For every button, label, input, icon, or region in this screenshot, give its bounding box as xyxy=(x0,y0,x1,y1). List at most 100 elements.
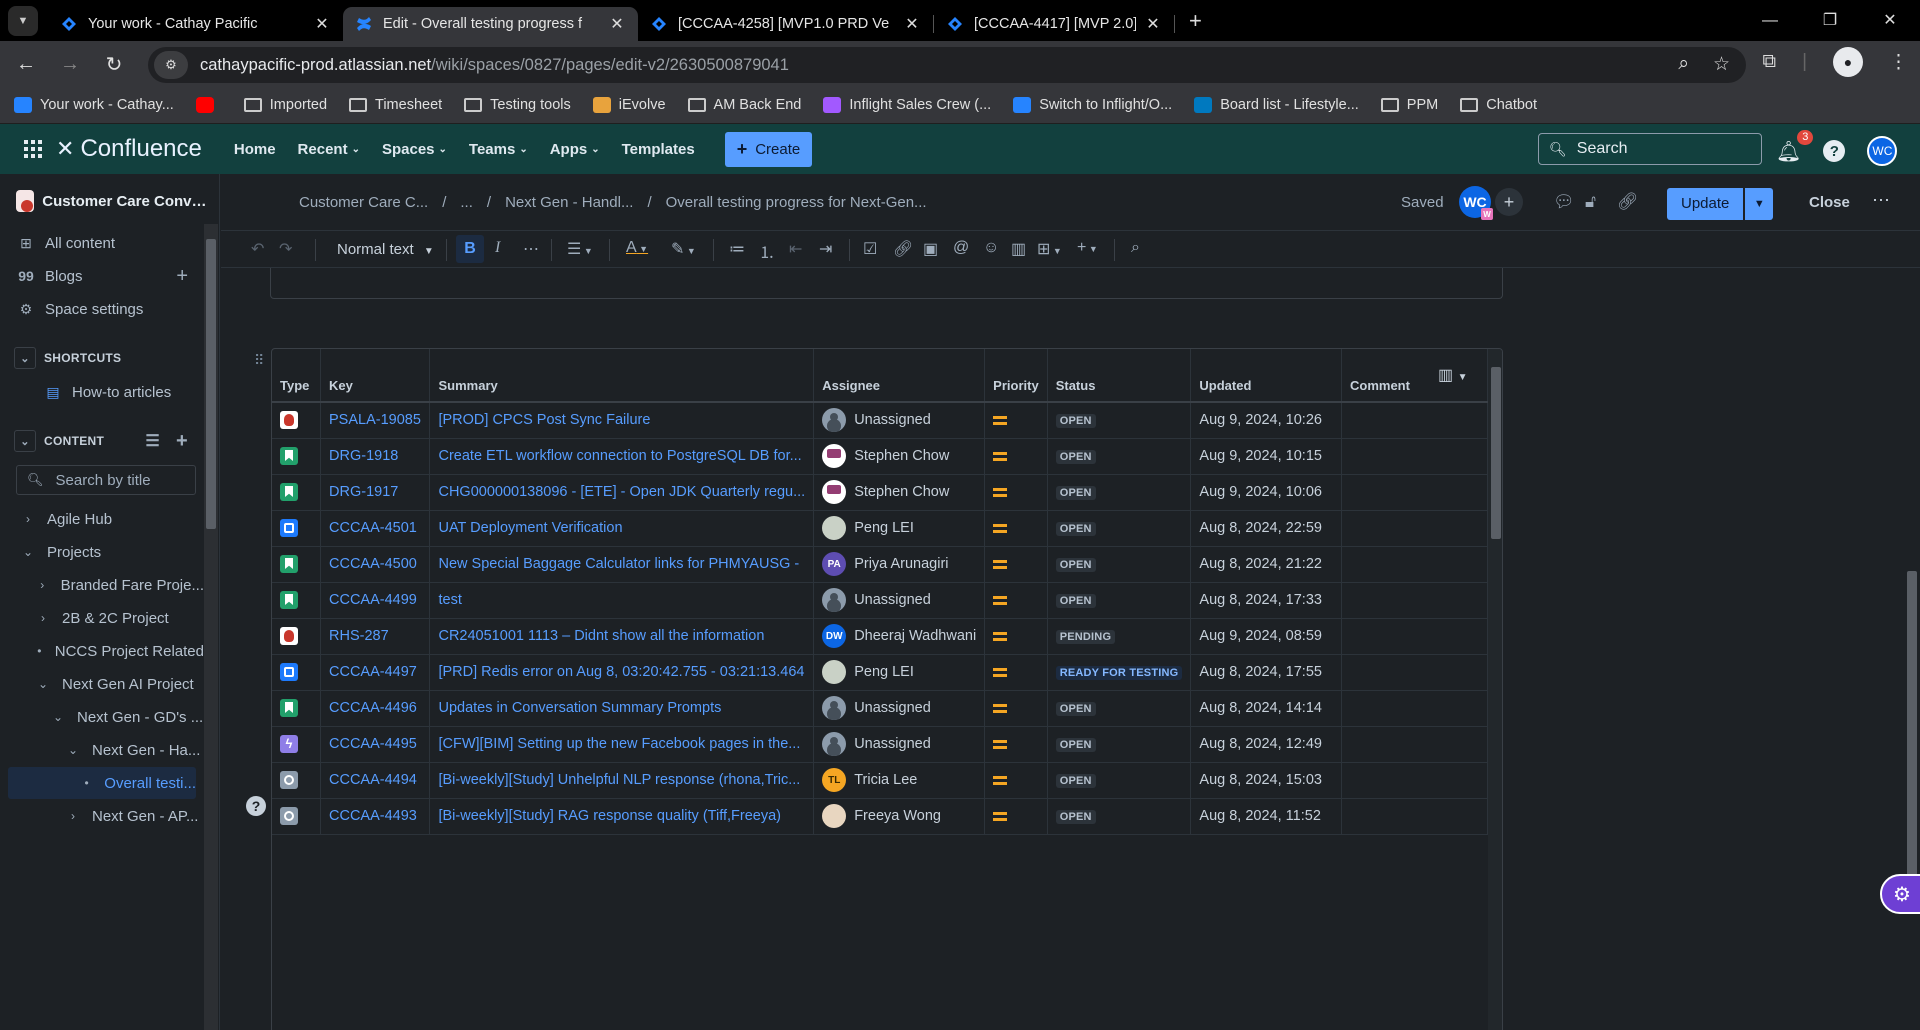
profile-icon[interactable]: ● xyxy=(1833,47,1863,77)
issue-key-link[interactable]: CCCAA-4500 xyxy=(320,546,431,583)
numbered-list-icon[interactable]: ⒈ xyxy=(759,239,775,263)
insert-link-icon[interactable]: 🔗︎ xyxy=(893,239,913,259)
action-item-icon[interactable]: ☑ xyxy=(863,239,877,259)
tree-item[interactable]: › 2B & 2C Project xyxy=(0,602,204,634)
tab-close-icon[interactable]: ✕ xyxy=(608,14,626,34)
bookmark-item[interactable]: Inflight Sales Crew (... xyxy=(823,97,991,113)
window-close-icon[interactable]: ✕ xyxy=(1860,0,1920,41)
app-switcher-icon[interactable] xyxy=(24,140,42,158)
tree-item[interactable]: • Overall testi... xyxy=(8,767,196,799)
reload-icon[interactable]: ↻ xyxy=(96,52,132,77)
page-scrollbar[interactable] xyxy=(1904,268,1920,1030)
issue-key-link[interactable]: CCCAA-4501 xyxy=(320,510,431,547)
filter-icon[interactable]: ☰ xyxy=(145,431,160,451)
confluence-logo[interactable]: ✕ Confluence xyxy=(56,135,202,163)
column-header[interactable]: Type xyxy=(272,349,322,403)
undo-icon[interactable]: ↶ xyxy=(251,239,264,259)
layout-icon[interactable]: ▥ xyxy=(1011,239,1026,259)
issue-summary-link[interactable]: New Special Baggage Calculator links for… xyxy=(429,546,815,583)
back-icon[interactable]: ← xyxy=(8,53,44,76)
tree-item[interactable]: ⌄ Projects xyxy=(0,536,204,568)
collaborator-avatar[interactable]: WC xyxy=(1459,186,1493,220)
bookmark-item[interactable]: Board list - Lifestyle... xyxy=(1194,97,1359,113)
notifications-icon[interactable]: 🔔︎ 3 xyxy=(1776,129,1814,164)
browser-menu-icon[interactable]: ⋮ xyxy=(1889,51,1908,74)
issue-summary-link[interactable]: CHG000000138096 - [ETE] - Open JDK Quart… xyxy=(429,474,815,511)
link-icon[interactable]: 🔗︎ xyxy=(1617,192,1639,212)
bullet-icon[interactable]: • xyxy=(81,776,92,790)
issue-key-link[interactable]: CCCAA-4495 xyxy=(320,726,431,763)
bookmark-item[interactable]: Your work - Cathay... xyxy=(14,97,174,113)
bookmark-item[interactable]: PPM xyxy=(1380,97,1438,113)
table-icon[interactable]: ⊞ ▼ xyxy=(1037,239,1062,259)
indent-icon[interactable]: ⇥ xyxy=(819,239,832,259)
add-content-icon[interactable]: + xyxy=(176,430,188,453)
extensions-icon[interactable]: ⧉ xyxy=(1762,51,1776,73)
tree-item[interactable]: ⌄ Next Gen - GD's ... xyxy=(0,701,204,733)
tree-item[interactable]: • NCCS Project Related xyxy=(0,635,204,667)
tab-search-button[interactable]: ▼ xyxy=(8,5,38,36)
nav-item-recent[interactable]: Recent ⌄ xyxy=(298,141,360,158)
user-avatar[interactable]: WC xyxy=(1867,136,1898,166)
tree-item[interactable]: › Next Gen - AP... xyxy=(0,800,204,832)
chevron-right-icon[interactable]: › xyxy=(36,578,49,592)
add-blog-icon[interactable]: + xyxy=(176,265,188,288)
chevron-down-icon[interactable]: ⌄ xyxy=(51,710,65,724)
outdent-icon[interactable]: ⇤ xyxy=(789,239,802,259)
issue-key-link[interactable]: PSALA-19085 xyxy=(320,402,431,439)
chevron-right-icon[interactable]: › xyxy=(36,611,50,625)
more-actions-icon[interactable]: ⋯ xyxy=(1872,190,1890,211)
bullet-list-icon[interactable]: ≔ xyxy=(729,239,745,259)
nav-item-spaces[interactable]: Spaces ⌄ xyxy=(382,141,447,158)
space-header[interactable]: Customer Care Conversati... xyxy=(16,190,210,212)
forward-icon[interactable]: → xyxy=(52,53,88,76)
bookmark-item[interactable]: iEvolve xyxy=(592,97,666,113)
issue-key-link[interactable]: CCCAA-4493 xyxy=(320,798,431,835)
insert-image-icon[interactable]: ▣ xyxy=(923,239,938,259)
scrollbar-thumb[interactable] xyxy=(206,239,216,529)
issue-summary-link[interactable]: Updates in Conversation Summary Prompts xyxy=(429,690,815,727)
bullet-icon[interactable]: • xyxy=(36,644,43,658)
emoji-icon[interactable]: ☺ xyxy=(983,239,999,257)
settings-gear-icon[interactable]: ⚙ xyxy=(1880,874,1920,914)
chevron-down-icon[interactable]: ⌄ xyxy=(66,743,80,757)
issue-summary-link[interactable]: Create ETL workflow connection to Postgr… xyxy=(429,438,815,475)
more-formatting-icon[interactable]: ⋯ xyxy=(523,239,539,259)
browser-tab[interactable]: [CCCAA-4417] [MVP 2.0] - bagg ✕ xyxy=(934,7,1174,41)
table-scrollbar[interactable] xyxy=(1488,349,1502,1030)
bookmark-item[interactable]: Chatbot xyxy=(1460,97,1537,113)
italic-icon[interactable]: I xyxy=(495,239,500,257)
issue-summary-link[interactable]: [CFW][BIM] Setting up the new Facebook p… xyxy=(429,726,815,763)
bookmark-item[interactable] xyxy=(195,97,222,113)
tab-close-icon[interactable]: ✕ xyxy=(903,14,921,34)
help-icon[interactable]: ? xyxy=(246,796,266,816)
issue-key-link[interactable]: CCCAA-4497 xyxy=(320,654,431,691)
align-icon[interactable]: ☰ ▼ xyxy=(567,239,593,259)
issue-key-link[interactable]: CCCAA-4494 xyxy=(320,762,431,799)
column-header[interactable]: Summary xyxy=(429,349,815,403)
zoom-icon[interactable]: ⌕ xyxy=(1678,53,1689,76)
chevron-right-icon[interactable]: › xyxy=(66,809,80,823)
minimize-icon[interactable]: — xyxy=(1740,0,1800,41)
update-options-chevron-icon[interactable]: ▼ xyxy=(1745,188,1774,220)
bookmark-item[interactable]: AM Back End xyxy=(687,97,801,113)
sidebar-scrollbar[interactable] xyxy=(204,224,218,1030)
breadcrumb-item[interactable]: ... xyxy=(460,194,473,211)
chevron-down-icon[interactable]: ⌄ xyxy=(14,430,36,452)
issue-key-link[interactable]: CCCAA-4496 xyxy=(320,690,431,727)
issue-key-link[interactable]: DRG-1918 xyxy=(320,438,431,475)
column-picker-icon[interactable]: ▥ ▼ xyxy=(1438,365,1467,385)
bookmark-item[interactable]: Timesheet xyxy=(349,97,442,113)
issue-summary-link[interactable]: [PROD] CPCS Post Sync Failure xyxy=(429,402,815,439)
bookmark-item[interactable]: Testing tools xyxy=(464,97,571,113)
search-by-title-input[interactable]: 🔍︎ Search by title xyxy=(16,465,196,495)
issue-summary-link[interactable]: CR24051001 1113 – Didnt show all the inf… xyxy=(429,618,815,655)
tree-item[interactable]: › Agile Hub xyxy=(0,503,204,535)
help-icon[interactable]: ? xyxy=(1823,140,1846,162)
create-button[interactable]: + Create xyxy=(724,131,813,167)
text-color-icon[interactable]: A ▼ xyxy=(626,239,648,257)
mention-icon[interactable]: @ xyxy=(953,239,969,257)
issue-summary-link[interactable]: [PRD] Redis error on Aug 8, 03:20:42.755… xyxy=(429,654,815,691)
browser-tab[interactable]: [CCCAA-4258] [MVP1.0 PRD Ve ✕ xyxy=(638,7,933,41)
text-style-dropdown[interactable]: Normal text ▼ xyxy=(337,241,434,258)
